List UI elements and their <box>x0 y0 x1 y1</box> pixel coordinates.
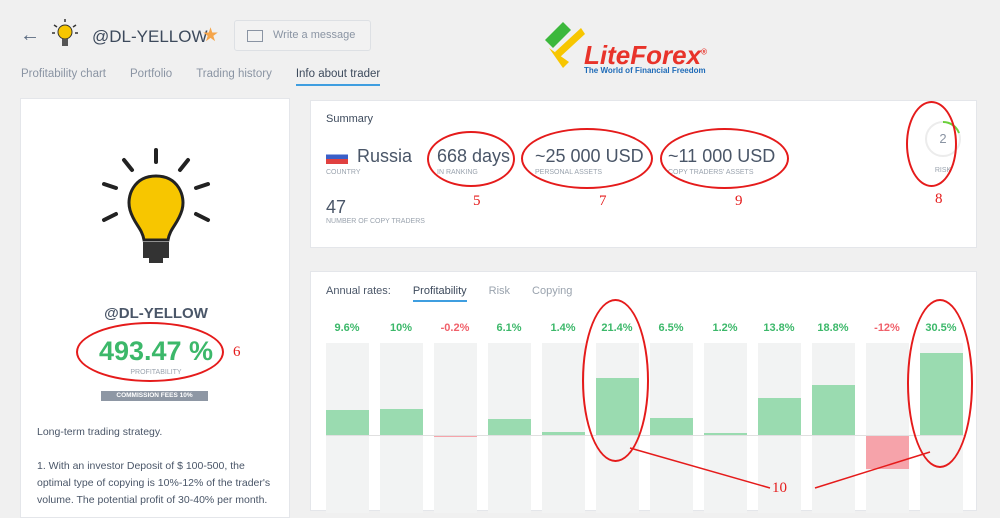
annotation-10: 10 <box>772 480 787 496</box>
annotation-lines <box>629 447 931 489</box>
